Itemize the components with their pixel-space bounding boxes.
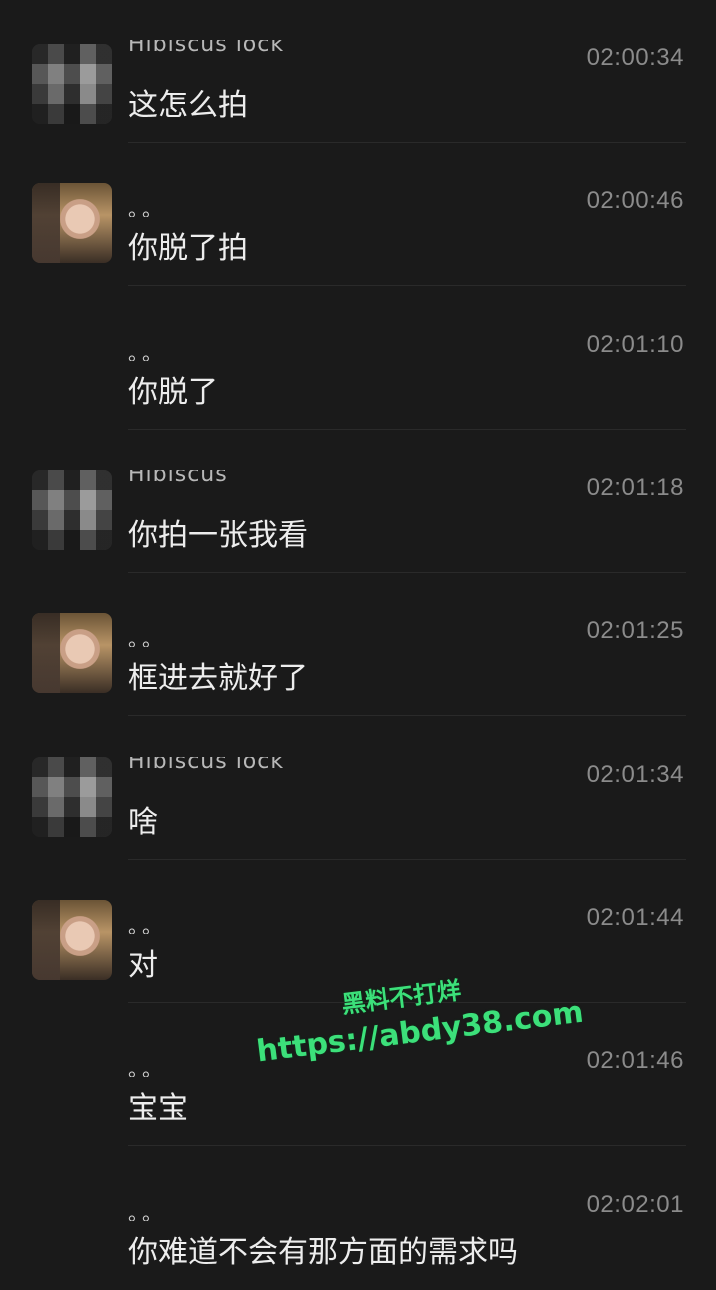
message-text: 宝宝 [128,1091,188,1126]
divider [128,285,686,286]
message-text: 你脱了 [128,375,218,410]
message-row[interactable]: 。。 02:01:44 对 [0,860,716,1003]
sender-name: 。。 [128,197,166,217]
message-text: 对 [128,948,158,983]
divider [128,715,686,716]
sender-name: Hibiscus lock [128,40,285,57]
message-row[interactable]: 。。 02:00:46 你脱了拍 [0,143,716,286]
message-row[interactable]: Hibiscus lock 02:00:34 这怎么拍 [0,0,716,143]
message-text: 你脱了拍 [128,231,248,266]
message-text: 啥 [128,805,158,840]
message-time: 02:00:34 [586,44,684,71]
avatar[interactable] [32,900,112,980]
message-text: 你拍一张我看 [128,518,308,553]
message-row[interactable]: 。。 02:02:01 你难道不会有那方面的需求吗 [0,1147,716,1290]
sender-name: 。。 [128,341,166,361]
avatar[interactable] [32,757,112,837]
sender-name: 。。 [128,627,166,647]
message-time: 02:00:46 [586,187,684,214]
avatar[interactable] [32,183,112,263]
divider [128,1145,686,1146]
message-row[interactable]: 。。 02:01:25 框进去就好了 [0,573,716,716]
message-row[interactable]: Hibiscus 02:01:18 你拍一张我看 [0,430,716,573]
message-time: 02:01:18 [586,474,684,501]
message-time: 02:01:10 [586,331,684,358]
avatar[interactable] [32,44,112,124]
message-time: 02:01:44 [586,904,684,931]
message-time: 02:01:34 [586,761,684,788]
avatar[interactable] [32,470,112,550]
sender-name: 。。 [128,914,166,934]
sender-name: 。。 [128,1201,166,1221]
message-time: 02:01:25 [586,617,684,644]
message-row[interactable]: 。。 02:01:10 你脱了 [0,287,716,430]
message-time: 02:02:01 [586,1191,684,1218]
message-time: 02:01:46 [586,1047,684,1074]
sender-name: 。。 [128,1057,166,1077]
avatar[interactable] [32,613,112,693]
sender-name: Hibiscus [128,470,228,487]
message-text: 这怎么拍 [128,88,248,123]
message-row[interactable]: Hibiscus lock 02:01:34 啥 [0,717,716,860]
message-text: 框进去就好了 [128,661,308,696]
message-text: 你难道不会有那方面的需求吗 [128,1235,518,1270]
sender-name: Hibiscus lock [128,757,285,774]
